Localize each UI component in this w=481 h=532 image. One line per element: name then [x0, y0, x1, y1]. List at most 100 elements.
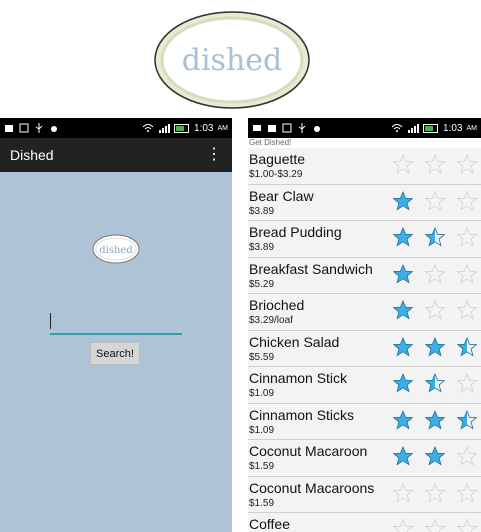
star-icon[interactable] [425, 373, 445, 393]
star-icon[interactable] [425, 336, 445, 357]
status-time: 1:03 [194, 122, 214, 134]
results-screen: 1:03 AM Get Dished! Baguette $1.00-$3.29 B… [248, 118, 481, 532]
star-icon[interactable] [457, 263, 477, 284]
battery-icon [423, 123, 439, 133]
star-icon[interactable] [425, 154, 445, 174]
item-price: $1.09 [249, 388, 275, 399]
star-icon[interactable] [393, 519, 413, 532]
star-rating[interactable] [393, 373, 477, 393]
star-rating[interactable] [393, 336, 477, 357]
star-icon[interactable] [457, 190, 477, 211]
star-icon[interactable] [393, 409, 413, 430]
star-icon[interactable] [393, 336, 413, 357]
star-icon[interactable] [393, 154, 413, 174]
star-rating[interactable] [393, 300, 477, 320]
star-icon[interactable] [425, 227, 445, 247]
image-icon [19, 123, 29, 133]
notification-icon [268, 125, 276, 132]
list-item[interactable]: Brioched $3.29/loaf [248, 294, 481, 331]
star-icon[interactable] [425, 482, 445, 503]
dished-small-logo: dished [92, 234, 140, 264]
item-price: $3.89 [249, 205, 275, 217]
list-item[interactable]: Coffee [248, 513, 481, 532]
battery-icon [174, 123, 190, 133]
wifi-icon [391, 124, 403, 132]
star-icon[interactable] [457, 482, 477, 503]
star-rating[interactable] [393, 409, 477, 430]
star-icon[interactable] [425, 519, 445, 532]
star-rating[interactable] [393, 263, 477, 284]
star-icon[interactable] [457, 446, 477, 466]
list-item[interactable]: Bear Claw $3.89 [248, 184, 481, 221]
list-item[interactable]: Chicken Salad $5.59 [248, 330, 481, 367]
star-rating[interactable] [393, 519, 477, 532]
item-name: Breakfast Sandwich [249, 260, 373, 277]
item-price: $1.09 [249, 424, 275, 436]
star-icon[interactable] [457, 154, 477, 174]
mail-icon [253, 125, 261, 131]
item-price: $1.59 [249, 461, 275, 472]
list-item[interactable]: Cinnamon Sticks $1.09 [248, 403, 481, 440]
dished-logo: dished [154, 11, 310, 109]
item-name: Coconut Macaroon [249, 443, 368, 459]
logo-text: dished [182, 43, 282, 78]
star-icon[interactable] [393, 263, 413, 284]
list-item[interactable]: Baguette $1.00-$3.29 [248, 148, 481, 185]
star-icon[interactable] [393, 190, 413, 211]
star-icon[interactable] [425, 263, 445, 284]
star-icon[interactable] [425, 409, 445, 430]
list-item[interactable]: Coconut Macaroon $1.59 [248, 440, 481, 477]
debug-icon [314, 126, 320, 132]
list-item[interactable]: Bread Pudding $3.89 [248, 221, 481, 258]
star-icon[interactable] [393, 227, 413, 247]
usb-icon [35, 123, 43, 133]
star-rating[interactable] [393, 446, 477, 466]
item-price: $1.00-$3.29 [249, 169, 303, 180]
star-icon[interactable] [457, 373, 477, 393]
overflow-menu-icon[interactable]: ⋮ [206, 147, 222, 163]
results-list: Baguette $1.00-$3.29 Bear Claw $3.89 Bread P… [248, 148, 481, 532]
search-button[interactable]: Search! [90, 342, 140, 365]
item-name: Cinnamon Stick [249, 370, 348, 386]
star-icon[interactable] [425, 446, 445, 466]
star-rating[interactable] [393, 154, 477, 174]
signal-icon [159, 124, 171, 133]
status-ampm: AM [217, 124, 229, 132]
star-icon[interactable] [393, 373, 413, 393]
star-icon[interactable] [425, 300, 445, 320]
star-icon[interactable] [457, 227, 477, 247]
list-item[interactable]: Cinnamon Stick $1.09 [248, 367, 481, 404]
search-input[interactable] [50, 311, 182, 335]
status-ampm: AM [466, 124, 478, 132]
item-name: Brioched [249, 297, 305, 313]
app-title: Dished [10, 147, 54, 163]
item-price: $5.29 [249, 278, 275, 290]
star-icon[interactable] [393, 482, 413, 503]
star-rating[interactable] [393, 227, 477, 247]
star-icon[interactable] [457, 519, 477, 532]
star-icon[interactable] [457, 300, 477, 320]
small-logo-text: dished [99, 245, 133, 256]
list-item[interactable]: Coconut Macaroons $1.59 [248, 476, 481, 513]
star-icon[interactable] [457, 409, 477, 430]
star-icon[interactable] [425, 190, 445, 211]
item-price: $5.59 [249, 351, 275, 363]
status-time: 1:03 [443, 122, 463, 134]
signal-icon [408, 124, 420, 133]
wifi-icon [142, 124, 154, 132]
debug-icon [51, 126, 57, 132]
item-name: Coffee [249, 516, 290, 532]
item-price: $3.29/loaf [249, 315, 293, 326]
item-name: Coconut Macaroons [249, 479, 375, 496]
star-icon[interactable] [393, 300, 413, 320]
status-bar: 1:03 AM [0, 118, 232, 138]
list-item[interactable]: Breakfast Sandwich $5.29 [248, 257, 481, 294]
item-price: $1.59 [249, 497, 275, 509]
star-icon[interactable] [457, 336, 477, 357]
star-icon[interactable] [393, 446, 413, 466]
usb-icon [298, 123, 306, 133]
item-name: Bread Pudding [249, 224, 342, 240]
notification-icon [5, 125, 13, 132]
star-rating[interactable] [393, 482, 477, 503]
star-rating[interactable] [393, 190, 477, 211]
